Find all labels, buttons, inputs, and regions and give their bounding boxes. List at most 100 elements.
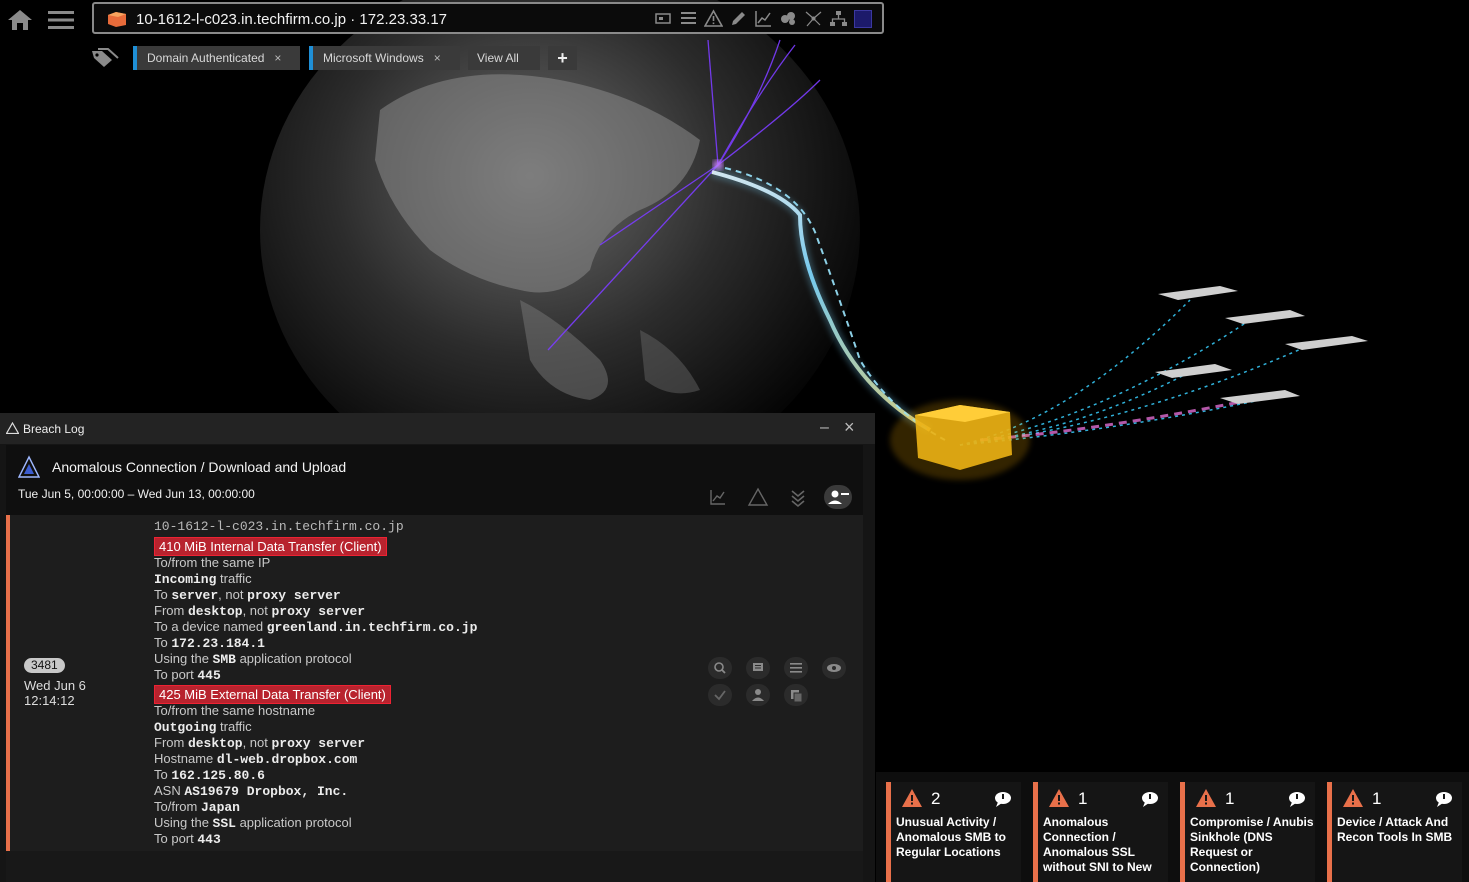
connections-icon[interactable] bbox=[804, 9, 823, 28]
tag-microsoft-windows[interactable]: Microsoft Windows × bbox=[309, 46, 460, 70]
breach-log-header[interactable]: Breach Log – × bbox=[0, 413, 875, 444]
comment-icon[interactable] bbox=[993, 790, 1013, 808]
device-user-icon[interactable] bbox=[824, 485, 852, 509]
model-name: Compromise / Anubis Sinkhole (DNS Reques… bbox=[1190, 815, 1314, 874]
graph-icon[interactable] bbox=[704, 485, 732, 509]
warning-icon bbox=[1343, 789, 1363, 807]
device-view-icon[interactable] bbox=[654, 9, 673, 28]
minimize-button[interactable]: – bbox=[820, 419, 836, 437]
detail-text: , not bbox=[242, 735, 272, 750]
view-all-tags-button[interactable]: View All bbox=[468, 46, 540, 70]
detail-text: ASN bbox=[154, 783, 185, 798]
breach-warning-icon[interactable] bbox=[744, 485, 772, 509]
detail-text: To bbox=[154, 767, 172, 782]
tags-icon[interactable] bbox=[90, 47, 120, 69]
detail-text: To a device named bbox=[154, 619, 267, 634]
internal-transfer-row: 410 MiB Internal Data Transfer (Client) bbox=[154, 535, 694, 556]
model-breach-card[interactable]: 2 Unusual Activity / Anomalous SMB to Re… bbox=[886, 782, 1021, 882]
breach-summary: Anomalous Connection / Download and Uplo… bbox=[6, 445, 863, 515]
destination-device-link[interactable]: greenland.in.techfirm.co.jp bbox=[267, 620, 478, 635]
detail-line: To/from the same IP bbox=[154, 555, 271, 570]
model-name: Unusual Activity / Anomalous SMB to Regu… bbox=[896, 815, 1006, 859]
detail-value: proxy server bbox=[271, 736, 366, 751]
event-log-icon[interactable] bbox=[679, 9, 698, 28]
copy-icon[interactable] bbox=[784, 684, 808, 706]
detail-value: server bbox=[171, 588, 219, 603]
model-breach-icon[interactable] bbox=[703, 9, 724, 28]
detail-text: Using the bbox=[154, 651, 213, 666]
search-icon[interactable] bbox=[708, 657, 732, 679]
internal-transfer-badge: 410 MiB Internal Data Transfer (Client) bbox=[154, 537, 387, 556]
log-list-icon[interactable] bbox=[784, 657, 808, 679]
add-tag-button[interactable]: + bbox=[548, 46, 577, 70]
destination-ip[interactable]: 172.23.184.1 bbox=[171, 636, 265, 651]
detail-line: To port 445 bbox=[154, 667, 694, 683]
detail-line: Using the SMB application protocol bbox=[154, 651, 694, 667]
detail-text: To bbox=[154, 587, 172, 602]
event-timestamp: Wed Jun 6 12:14:12 bbox=[24, 678, 124, 708]
breach-header-actions bbox=[704, 485, 852, 509]
remove-tag-icon[interactable]: × bbox=[274, 51, 281, 65]
model-name: Device / Attack And Recon Tools In SMB bbox=[1337, 815, 1453, 844]
direction-value: Incoming bbox=[154, 572, 217, 587]
country-value: Japan bbox=[200, 800, 240, 815]
comment-icon[interactable] bbox=[1287, 790, 1307, 808]
color-swatch-icon[interactable] bbox=[854, 9, 872, 28]
breach-log-footer bbox=[6, 851, 863, 882]
detail-line: Incoming traffic bbox=[154, 571, 694, 587]
user-icon[interactable] bbox=[746, 684, 770, 706]
graph-icon[interactable] bbox=[754, 9, 773, 28]
comment-icon[interactable] bbox=[1434, 790, 1454, 808]
breach-id-badge: 3481 bbox=[24, 658, 65, 673]
breach-event-row[interactable]: 3481 Wed Jun 6 12:14:12 10-1612-l-c023.i… bbox=[6, 515, 863, 851]
tag-domain-authenticated[interactable]: Domain Authenticated × bbox=[133, 46, 300, 70]
detail-value: desktop bbox=[187, 604, 243, 619]
model-breach-card[interactable]: 1 Device / Attack And Recon Tools In SMB bbox=[1327, 782, 1462, 882]
expand-all-icon[interactable] bbox=[784, 485, 812, 509]
detail-text: To bbox=[154, 635, 172, 650]
model-breach-card[interactable]: 1 Compromise / Anubis Sinkhole (DNS Requ… bbox=[1180, 782, 1315, 882]
close-button[interactable]: × bbox=[844, 417, 860, 437]
warning-icon bbox=[1196, 789, 1216, 807]
breach-date-range: Tue Jun 5, 00:00:00 – Wed Jun 13, 00:00:… bbox=[18, 487, 255, 501]
acknowledge-check-icon[interactable] bbox=[708, 684, 732, 706]
protocol-value: SSL bbox=[212, 816, 236, 831]
external-hostname[interactable]: dl-web.dropbox.com bbox=[217, 752, 357, 767]
device-address-bar[interactable]: 10-1612-l-c023.in.techfirm.co.jp · 172.2… bbox=[92, 2, 884, 34]
port-value: 443 bbox=[197, 832, 221, 847]
breach-log-panel: Breach Log – × Anomalous Connection / Do… bbox=[0, 413, 875, 882]
detail-value: proxy server bbox=[247, 588, 341, 603]
network-icon[interactable] bbox=[829, 9, 848, 28]
detail-text: To port bbox=[154, 831, 198, 846]
protocol-value: SMB bbox=[212, 652, 236, 667]
remove-tag-icon[interactable]: × bbox=[434, 51, 441, 65]
breach-count: 1 bbox=[1225, 789, 1235, 808]
hamburger-menu-icon[interactable] bbox=[48, 10, 74, 30]
external-transfer-row: 425 MiB External Data Transfer (Client) bbox=[154, 683, 694, 704]
detail-line: Hostname dl-web.dropbox.com bbox=[154, 751, 694, 767]
external-transfer-badge: 425 MiB External Data Transfer (Client) bbox=[154, 685, 391, 704]
breach-details: 10-1612-l-c023.in.techfirm.co.jp 410 MiB… bbox=[154, 519, 694, 847]
selected-device-node[interactable] bbox=[890, 400, 1030, 480]
model-breach-card[interactable]: 1 Anomalous Connection / Anomalous SSL w… bbox=[1033, 782, 1168, 882]
model-name: Anomalous Connection / Anomalous SSL wit… bbox=[1043, 815, 1152, 874]
detail-line: To server, not proxy server bbox=[154, 587, 694, 603]
detail-text: application protocol bbox=[235, 815, 352, 830]
detail-line: To/from Japan bbox=[154, 799, 694, 815]
detail-text: application protocol bbox=[235, 651, 352, 666]
cluster-icon[interactable] bbox=[779, 9, 798, 28]
edit-icon[interactable] bbox=[729, 9, 748, 28]
external-ip[interactable]: 162.125.80.6 bbox=[171, 768, 265, 783]
comment-icon[interactable] bbox=[1140, 790, 1160, 808]
warning-icon bbox=[1049, 789, 1069, 807]
detail-text: traffic bbox=[216, 571, 252, 586]
model-breach-cards: 2 Unusual Activity / Anomalous SMB to Re… bbox=[876, 772, 1469, 882]
internal-device-nodes[interactable] bbox=[1155, 286, 1368, 404]
detail-line: To/from the same hostname bbox=[154, 703, 316, 718]
breach-count: 1 bbox=[1078, 789, 1088, 808]
detail-text: To/from bbox=[154, 799, 201, 814]
home-icon[interactable] bbox=[6, 8, 34, 32]
comment-icon[interactable] bbox=[746, 657, 770, 679]
detail-text: From bbox=[154, 603, 188, 618]
eye-icon[interactable] bbox=[822, 657, 846, 679]
